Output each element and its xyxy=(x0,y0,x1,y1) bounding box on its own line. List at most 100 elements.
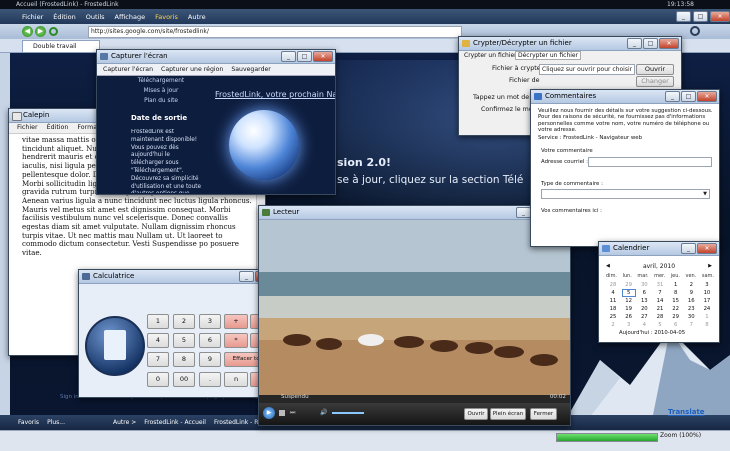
play-button[interactable]: ▶ xyxy=(263,407,275,419)
player-open-button[interactable]: Ouvrir xyxy=(464,408,488,420)
calendar-day[interactable]: 27 xyxy=(637,313,651,321)
notepad-menu-edition[interactable]: Édition xyxy=(47,123,69,133)
calculator-titlebar[interactable]: Calculatrice _✕ xyxy=(79,270,277,284)
zoom-level[interactable]: Zoom (100%) xyxy=(660,432,701,439)
calendar-day[interactable]: 24 xyxy=(700,305,714,313)
translate-link[interactable]: Translate xyxy=(668,408,705,416)
calendar-day[interactable]: 3 xyxy=(700,281,714,289)
minimize-icon[interactable]: _ xyxy=(627,38,642,49)
calc-key-4[interactable]: 4 xyxy=(147,333,169,348)
calendar-day[interactable]: 11 xyxy=(606,297,620,305)
close-icon[interactable]: ✕ xyxy=(697,243,717,254)
calc-key-6[interactable]: 6 xyxy=(199,333,221,348)
calendar-day[interactable]: 12 xyxy=(622,297,636,305)
calc-key-0[interactable]: 0 xyxy=(147,372,169,387)
calc-key-00[interactable]: 00 xyxy=(173,372,195,387)
calendar-day[interactable]: 8 xyxy=(669,289,683,297)
capture-region-button[interactable]: Capturer une région xyxy=(161,64,223,75)
calendar-day[interactable]: 8 xyxy=(700,321,714,329)
back-button[interactable]: ◀ xyxy=(22,26,33,37)
calendar-titlebar[interactable]: Calendrier _ ✕ xyxy=(599,242,719,256)
calendar-day[interactable]: 31 xyxy=(653,281,667,289)
taskbar-plus[interactable]: Plus... xyxy=(47,419,65,426)
calendar-day[interactable]: 1 xyxy=(669,281,683,289)
calendar-day[interactable]: 2 xyxy=(684,281,698,289)
calendar-day[interactable]: 17 xyxy=(700,297,714,305)
file-path-field[interactable]: Cliquez sur ouvrir pour choisir le fi xyxy=(539,64,635,75)
address-bar[interactable]: http://sites.google.com/site/frostedlink… xyxy=(88,26,462,38)
next-month-icon[interactable]: ▶ xyxy=(708,263,712,269)
calendar-day[interactable]: 22 xyxy=(669,305,683,313)
calendar-day[interactable]: 1 xyxy=(700,313,714,321)
capture-banner-link[interactable]: FrostedLink, votre prochain Navig xyxy=(215,90,335,99)
calendar-day[interactable]: 19 xyxy=(622,305,636,313)
video-frame[interactable] xyxy=(259,220,570,396)
change-button[interactable]: Changer xyxy=(636,76,674,87)
today-label[interactable]: Aujourd'hui : 2010-04-05 xyxy=(619,330,685,336)
calendar-day[interactable]: 20 xyxy=(637,305,651,313)
minimize-icon[interactable]: _ xyxy=(516,207,531,218)
player-close-button[interactable]: Fermer xyxy=(530,408,557,420)
maximize-icon[interactable]: □ xyxy=(297,51,312,62)
menu-favoris[interactable]: Favoris xyxy=(155,13,178,21)
calendar-day[interactable]: 4 xyxy=(637,321,651,329)
fullscreen-button[interactable]: Plein écran xyxy=(490,408,526,420)
notepad-menu-fichier[interactable]: Fichier xyxy=(17,123,38,133)
capture-screen-button[interactable]: Capturer l'écran xyxy=(103,64,153,75)
nav-mises-a-jour[interactable]: Mises à jour xyxy=(117,86,205,96)
calendar-day[interactable]: 25 xyxy=(606,313,620,321)
minimize-icon[interactable]: _ xyxy=(665,91,680,102)
tab-double-travail[interactable]: Double travail xyxy=(22,40,100,52)
close-icon[interactable]: ✕ xyxy=(710,11,730,22)
taskbar-accueil[interactable]: FrostedLink - Accueil xyxy=(144,419,206,426)
crypt-titlebar[interactable]: Crypter/Décrypter un fichier _ □ ✕ xyxy=(459,37,681,51)
next-icon[interactable]: ⏭ xyxy=(290,409,295,417)
calendar-day[interactable]: 29 xyxy=(622,281,636,289)
minimize-icon[interactable]: _ xyxy=(239,271,254,282)
email-field[interactable] xyxy=(588,157,712,167)
volume-icon[interactable]: 🔊 xyxy=(320,409,327,416)
menu-outils[interactable]: Outils xyxy=(86,13,105,21)
calc-key-5[interactable]: 5 xyxy=(173,333,195,348)
calendar-day[interactable]: 14 xyxy=(653,297,667,305)
volume-slider[interactable] xyxy=(332,412,364,414)
maximize-icon[interactable]: □ xyxy=(643,38,658,49)
close-icon[interactable]: ✕ xyxy=(313,51,333,62)
crypt-tab-decrypt[interactable]: Décrypter un fichier xyxy=(515,51,582,60)
comments-titlebar[interactable]: Commentaires _ □ ✕ xyxy=(531,90,719,104)
taskbar-favoris[interactable]: Favoris xyxy=(18,419,39,426)
capture-titlebar[interactable]: Capturer l'écran _ □ ✕ xyxy=(97,50,335,64)
minimize-icon[interactable]: _ xyxy=(676,11,691,22)
calendar-day[interactable]: 7 xyxy=(684,321,698,329)
minimize-icon[interactable]: _ xyxy=(281,51,296,62)
close-icon[interactable]: ✕ xyxy=(697,91,717,102)
calc-key-n[interactable]: n xyxy=(224,372,248,387)
open-button[interactable]: Ouvrir xyxy=(636,64,674,75)
calendar-day[interactable]: 4 xyxy=(606,289,620,297)
search-icon[interactable] xyxy=(690,26,700,36)
calendar-day[interactable]: 18 xyxy=(606,305,620,313)
calc-key-multiply[interactable]: * xyxy=(224,333,248,348)
player-titlebar[interactable]: Lecteur _□✕ xyxy=(259,206,570,220)
nav-telechargement[interactable]: Téléchargement xyxy=(117,76,205,86)
taskbar-autre[interactable]: Autre > xyxy=(113,419,136,426)
minimize-icon[interactable]: _ xyxy=(681,243,696,254)
calendar-day[interactable]: 15 xyxy=(669,297,683,305)
calc-key-plus[interactable]: + xyxy=(224,314,248,329)
maximize-icon[interactable]: □ xyxy=(681,91,696,102)
menu-edition[interactable]: Édition xyxy=(53,13,76,21)
calc-key-3[interactable]: 3 xyxy=(199,314,221,329)
calendar-day[interactable]: 6 xyxy=(637,289,651,297)
calendar-day[interactable]: 3 xyxy=(622,321,636,329)
calendar-day[interactable]: 28 xyxy=(653,313,667,321)
menu-affichage[interactable]: Affichage xyxy=(115,13,146,21)
close-icon[interactable]: ✕ xyxy=(659,38,679,49)
calendar-day[interactable]: 5 xyxy=(653,321,667,329)
calendar-day[interactable]: 13 xyxy=(637,297,651,305)
maximize-icon[interactable]: □ xyxy=(693,11,708,22)
menu-fichier[interactable]: Fichier xyxy=(22,13,43,21)
stop-icon[interactable] xyxy=(279,410,285,416)
calendar-day[interactable]: 5 xyxy=(621,289,636,297)
calc-key-8[interactable]: 8 xyxy=(173,352,195,367)
calendar-day[interactable]: 29 xyxy=(669,313,683,321)
